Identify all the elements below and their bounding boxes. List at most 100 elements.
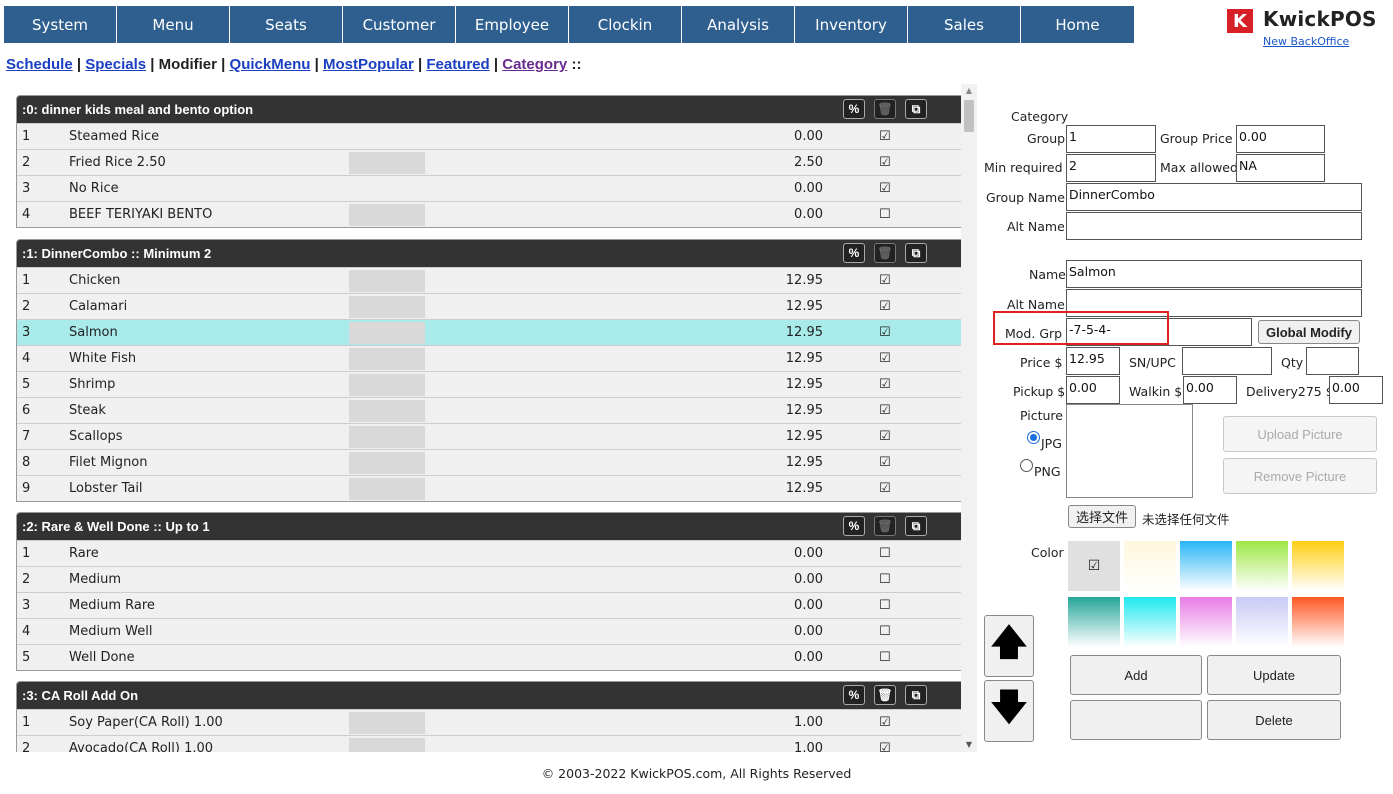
checked-checkbox-icon[interactable]: ☑ [879,129,891,144]
modifier-row[interactable]: 8 Filet Mignon 12.95 ☑ [17,449,965,475]
nav-analysis[interactable]: Analysis [682,6,795,43]
modifier-row[interactable]: 5 Shrimp 12.95 ☑ [17,371,965,397]
nav-system[interactable]: System [4,6,117,43]
color-swatch-lime[interactable] [1236,541,1288,591]
link-icon[interactable]: % [843,99,865,119]
modifier-row[interactable]: 1 Steamed Rice 0.00 ☑ [17,123,965,149]
nav-inventory[interactable]: Inventory [795,6,908,43]
checked-checkbox-icon[interactable]: ☑ [879,403,891,418]
subnav-mostpopular[interactable]: MostPopular [323,56,414,73]
jpg-radio[interactable] [1027,431,1040,444]
copy-icon[interactable]: ⧉ [905,516,927,536]
modifier-row[interactable]: 2 Medium 0.00 ☐ [17,566,965,592]
color-swatch-cyan[interactable] [1124,597,1176,647]
nav-clockin[interactable]: Clockin [569,6,682,43]
trash-icon[interactable]: 🗑 [874,243,896,263]
checked-checkbox-icon[interactable]: ☑ [879,351,891,366]
unchecked-checkbox-icon[interactable]: ☐ [879,207,891,222]
upload-picture-button[interactable]: Upload Picture [1223,416,1377,452]
modifier-row[interactable]: 6 Steak 12.95 ☑ [17,397,965,423]
checked-checkbox-icon[interactable]: ☑ [879,429,891,444]
modifier-row[interactable]: 1 Rare 0.00 ☐ [17,540,965,566]
checked-checkbox-icon[interactable]: ☑ [879,715,891,730]
group-header[interactable]: :2: Rare & Well Done :: Up to 1% 🗑 ⧉ [17,513,965,540]
max-allowed-input[interactable]: NA [1236,154,1325,182]
color-swatch-orange-red[interactable] [1292,597,1344,647]
color-swatch-pink[interactable] [1180,597,1232,647]
subnav-featured[interactable]: Featured [426,56,489,73]
nav-menu[interactable]: Menu [117,6,230,43]
min-required-input[interactable]: 2 [1066,154,1156,182]
modifier-row[interactable]: 2 Avocado(CA Roll) 1.00 1.00 ☑ [17,735,965,752]
group-header[interactable]: :3: CA Roll Add On% 🗑 ⧉ [17,682,965,709]
sn-upc-input[interactable] [1182,347,1272,375]
move-down-arrow-icon[interactable]: 🡇 [984,680,1034,742]
delivery-input[interactable]: 0.00 [1329,376,1383,404]
scroll-thumb[interactable] [964,100,974,132]
trash-icon[interactable]: 🗑 [874,685,896,705]
modifier-row[interactable]: 2 Calamari 12.95 ☑ [17,293,965,319]
unchecked-checkbox-icon[interactable]: ☐ [879,650,891,665]
modifier-row[interactable]: 2 Fried Rice 2.50 2.50 ☑ [17,149,965,175]
checked-checkbox-icon[interactable]: ☑ [879,481,891,496]
global-modify-button[interactable]: Global Modify [1258,320,1360,344]
subnav-specials[interactable]: Specials [85,56,146,73]
color-swatch-yellow[interactable] [1292,541,1344,591]
nav-customer[interactable]: Customer [343,6,456,43]
modifier-row[interactable]: 1 Soy Paper(CA Roll) 1.00 1.00 ☑ [17,709,965,735]
copy-icon[interactable]: ⧉ [905,99,927,119]
checked-checkbox-icon[interactable]: ☑ [879,455,891,470]
group-header[interactable]: :0: dinner kids meal and bento option% 🗑 ⧉ [17,96,965,123]
png-radio[interactable] [1020,459,1033,472]
trash-icon[interactable]: 🗑 [874,516,896,536]
group-price-input[interactable]: 0.00 [1236,125,1325,153]
checked-checkbox-icon[interactable]: ☑ [879,377,891,392]
group-header[interactable]: :1: DinnerCombo :: Minimum 2% 🗑 ⧉ [17,240,965,267]
checked-checkbox-icon[interactable]: ☑ [879,299,891,314]
subnav-schedule[interactable]: Schedule [6,56,73,73]
scroll-up-arrow-icon[interactable]: ▲ [961,84,977,98]
modifier-row[interactable]: 4 White Fish 12.95 ☑ [17,345,965,371]
copy-icon[interactable]: ⧉ [905,243,927,263]
group-name-input[interactable]: DinnerCombo [1066,183,1362,211]
trash-icon[interactable]: 🗑 [874,99,896,119]
unchecked-checkbox-icon[interactable]: ☐ [879,598,891,613]
subnav-quickmenu[interactable]: QuickMenu [230,56,311,73]
checked-checkbox-icon[interactable]: ☑ [879,325,891,340]
walkin-input[interactable]: 0.00 [1183,376,1237,404]
color-swatch-cream[interactable] [1124,541,1176,591]
unchecked-checkbox-icon[interactable]: ☐ [879,572,891,587]
choose-file-button[interactable]: 选择文件 [1068,505,1136,528]
group-alt-name-input[interactable] [1066,212,1362,240]
qty-input[interactable] [1306,347,1359,375]
subnav-category[interactable]: Category [502,56,567,73]
list-scrollbar[interactable]: ▲ ▼ [961,84,977,752]
link-icon[interactable]: % [843,516,865,536]
checked-checkbox-icon[interactable]: ☑ [879,181,891,196]
scroll-down-arrow-icon[interactable]: ▼ [961,738,977,752]
modifier-row[interactable]: 3 Medium Rare 0.00 ☐ [17,592,965,618]
name-input[interactable]: Salmon [1066,260,1362,288]
checked-checkbox-icon[interactable]: ☑ [879,155,891,170]
copy-icon[interactable]: ⧉ [905,685,927,705]
modifier-row[interactable]: 1 Chicken 12.95 ☑ [17,267,965,293]
update-button[interactable]: Update [1207,655,1341,695]
modifier-row[interactable]: 3 No Rice 0.00 ☑ [17,175,965,201]
modifier-row[interactable]: 3 Salmon 12.95 ☑ [17,319,965,345]
modifier-row[interactable]: 7 Scallops 12.95 ☑ [17,423,965,449]
color-swatch-none-selected[interactable]: ☑ [1068,541,1120,591]
add-button[interactable]: Add [1070,655,1202,695]
blank-button[interactable] [1070,700,1202,740]
modifier-row[interactable]: 4 BEEF TERIYAKI BENTO 0.00 ☐ [17,201,965,227]
modifier-row[interactable]: 9 Lobster Tail 12.95 ☑ [17,475,965,501]
delete-button[interactable]: Delete [1207,700,1341,740]
nav-seats[interactable]: Seats [230,6,343,43]
modifier-row[interactable]: 5 Well Done 0.00 ☐ [17,644,965,670]
checked-checkbox-icon[interactable]: ☑ [879,273,891,288]
nav-employee[interactable]: Employee [456,6,569,43]
color-swatch-sky-blue[interactable] [1180,541,1232,591]
link-icon[interactable]: % [843,243,865,263]
unchecked-checkbox-icon[interactable]: ☐ [879,624,891,639]
remove-picture-button[interactable]: Remove Picture [1223,458,1377,494]
price-input[interactable]: 12.95 [1066,347,1120,375]
